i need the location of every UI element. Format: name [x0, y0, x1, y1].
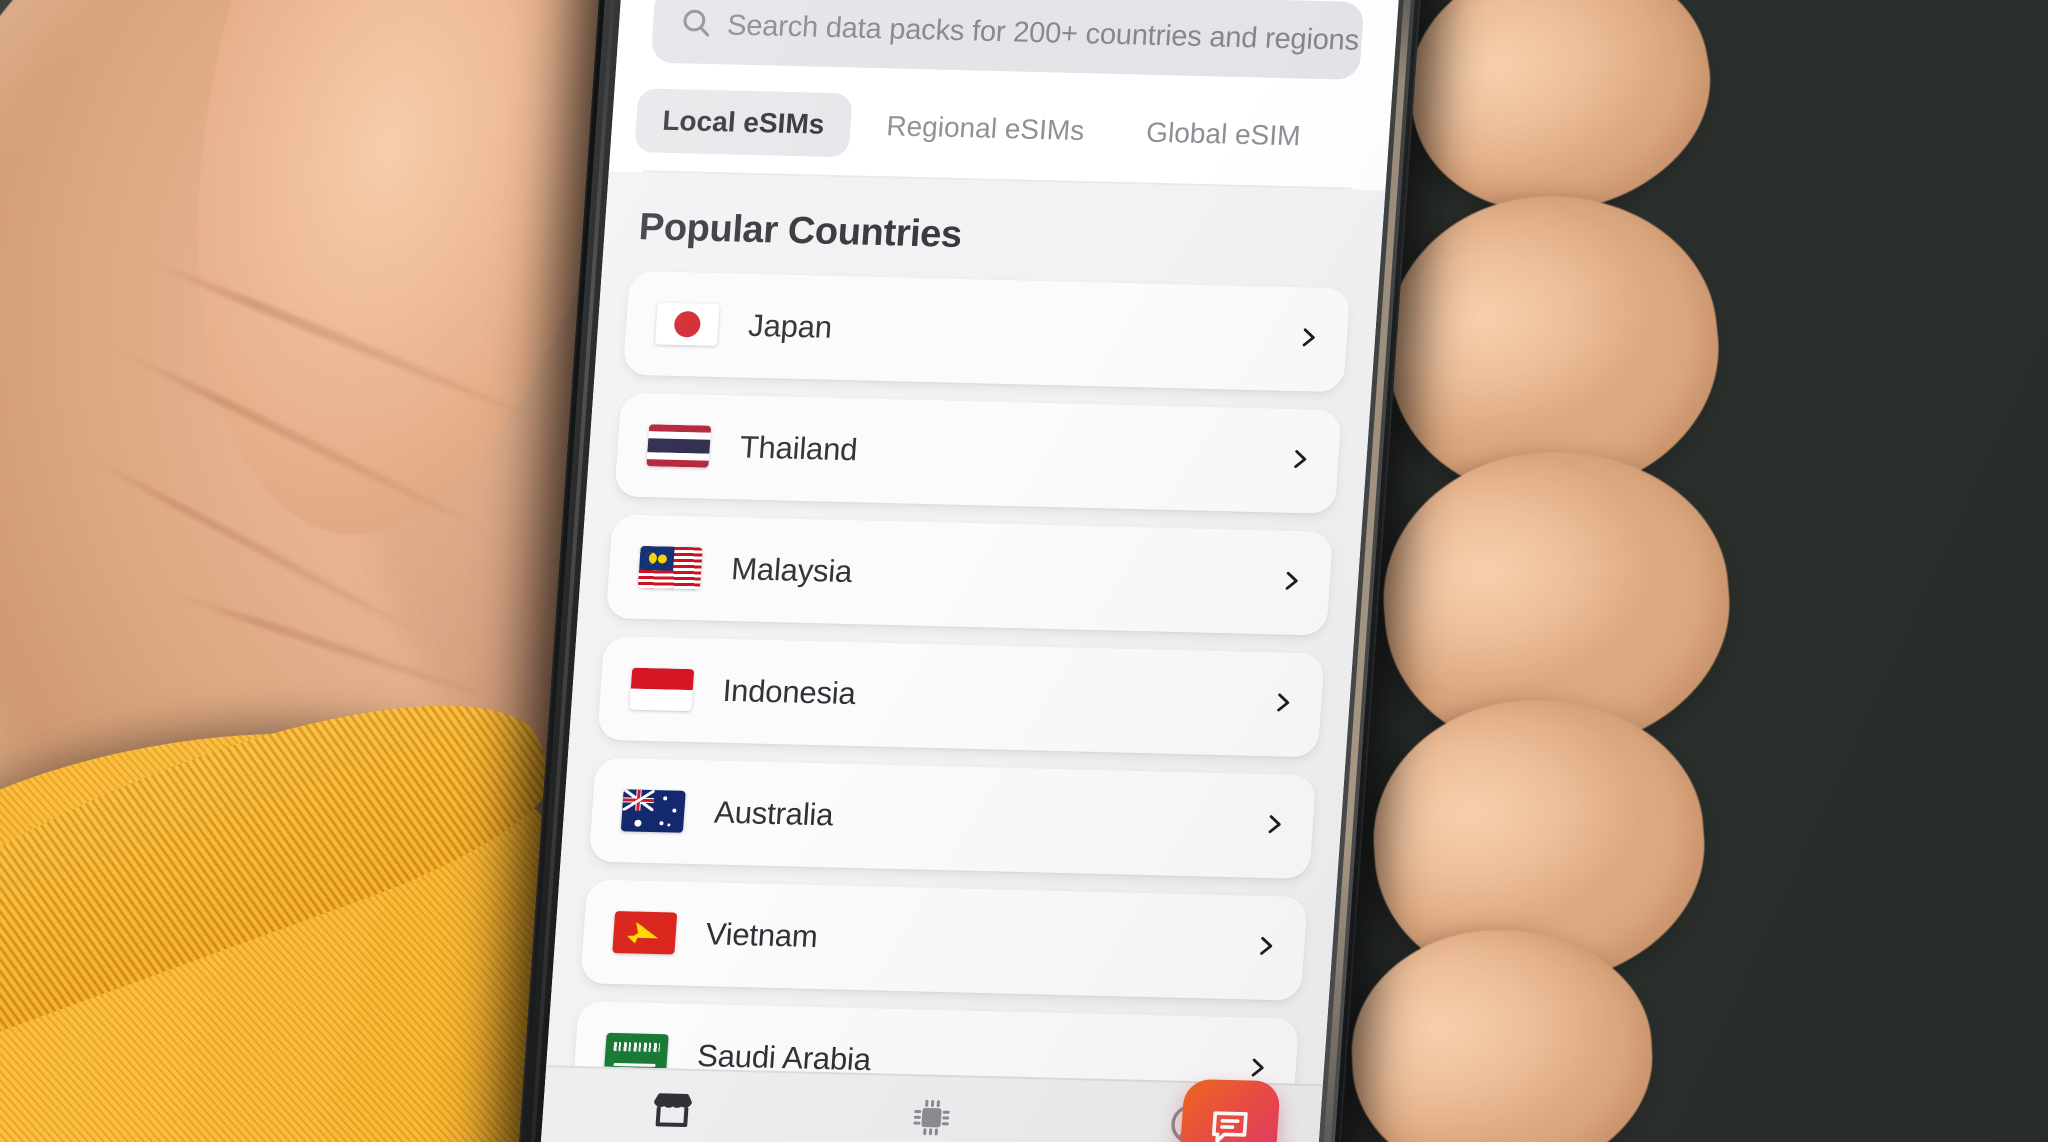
chat-bubble-icon [1205, 1102, 1255, 1142]
tab-global-esim[interactable]: Global eSIM [1118, 100, 1329, 169]
chevron-right-icon [1268, 689, 1296, 721]
flag-malaysia-icon [637, 545, 703, 590]
flag-indonesia-icon [629, 667, 695, 712]
store-icon [648, 1088, 698, 1140]
list-item[interactable]: Malaysia [605, 514, 1334, 636]
tab-local-esims[interactable]: Local eSIMs [634, 88, 853, 158]
list-item[interactable]: Japan [622, 270, 1351, 393]
phone-screen: Search data packs for 200+ countries and… [533, 0, 1407, 1142]
list-item[interactable]: Indonesia [597, 636, 1325, 758]
chevron-right-icon [1260, 810, 1288, 842]
chevron-right-icon [1285, 445, 1313, 477]
page-title: Popular Countries [637, 206, 964, 256]
list-item[interactable]: Thailand [614, 392, 1342, 514]
chevron-right-icon [1277, 567, 1305, 599]
chevron-right-icon [1294, 324, 1322, 356]
country-name: Australia [713, 794, 835, 833]
app-header: Search data packs for 200+ countries and… [608, 0, 1407, 191]
nav-item-my-esims[interactable]: My eSIMs [798, 1092, 1063, 1142]
tab-label: Global eSIM [1145, 116, 1302, 152]
flag-japan-icon [654, 302, 720, 346]
support-chat-button[interactable] [1178, 1078, 1281, 1142]
sim-chip-icon [907, 1094, 957, 1142]
country-name: Vietnam [704, 916, 819, 954]
flag-thailand-icon [646, 424, 712, 468]
flag-vietnam-icon [612, 911, 678, 955]
flag-australia-icon [620, 789, 686, 833]
nav-item-store[interactable]: Store [539, 1085, 804, 1142]
search-input[interactable]: Search data packs for 200+ countries and… [650, 0, 1365, 80]
country-name: Thailand [738, 429, 859, 468]
tab-label: Regional eSIMs [885, 110, 1086, 147]
tab-label: Local eSIMs [661, 104, 826, 140]
search-placeholder-text: Search data packs for 200+ countries and… [726, 9, 1361, 57]
country-name: Malaysia [730, 551, 854, 590]
chevron-right-icon [1251, 932, 1279, 964]
screenshot-stage: Search data packs for 200+ countries and… [0, 0, 2048, 1142]
phone: Search data packs for 200+ countries and… [510, 0, 1430, 1142]
list-item[interactable]: Vietnam [580, 879, 1308, 1001]
list-item[interactable]: Australia [588, 757, 1317, 880]
country-name: Indonesia [721, 672, 857, 712]
country-name: Japan [747, 307, 834, 345]
search-icon [678, 5, 715, 45]
country-list[interactable]: Popular Countries Japan Thailand Malaysi… [546, 171, 1386, 1085]
tab-regional-esims[interactable]: Regional eSIMs [858, 94, 1112, 164]
